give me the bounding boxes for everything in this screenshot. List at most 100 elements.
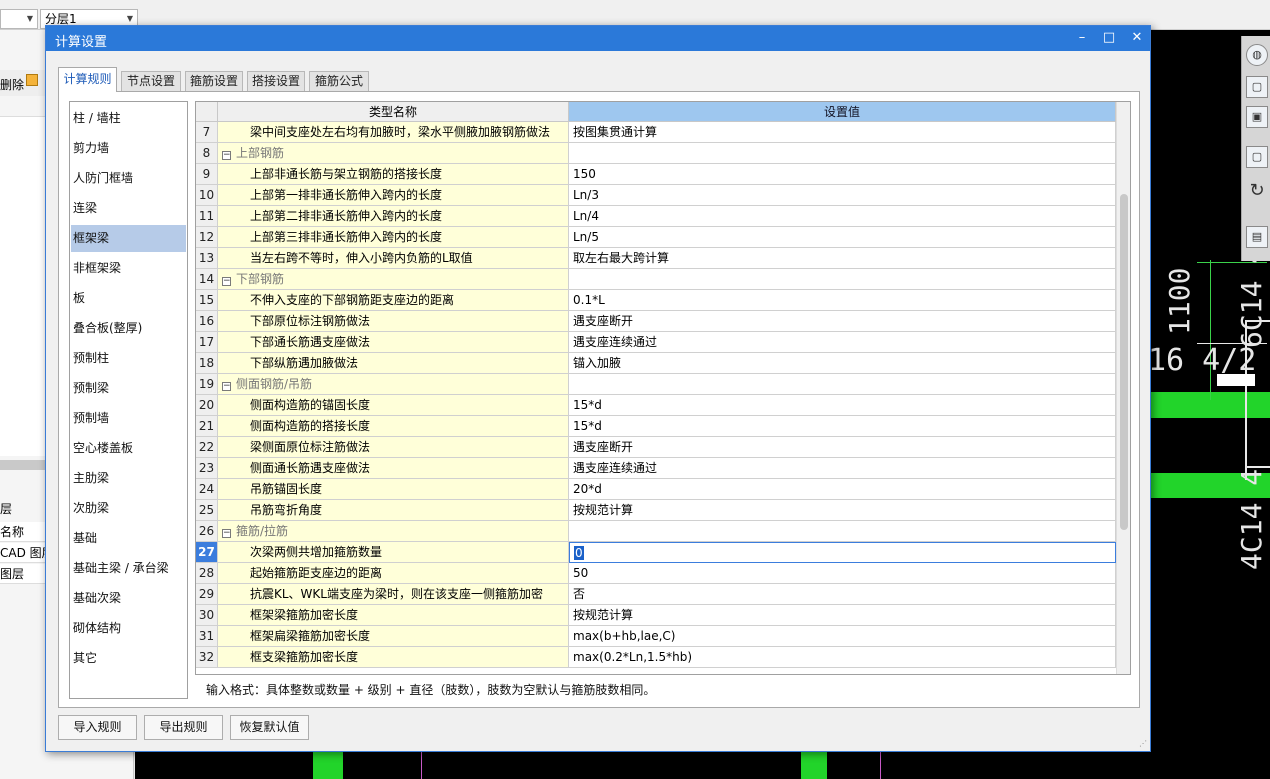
setting-value-cell[interactable]: 按图集贯通计算 [569,122,1116,143]
nav-item[interactable]: 基础 [71,525,186,552]
minimize-icon[interactable]: – [1072,29,1092,47]
copy-icon[interactable] [26,74,38,86]
nav-item[interactable]: 框架梁 [71,225,186,252]
grid-group-row[interactable]: 8− 上部钢筋 [196,143,1116,164]
resize-grip-icon[interactable]: ⋰ [1139,739,1147,748]
collapse-icon[interactable]: − [222,529,231,538]
collapse-icon[interactable]: − [222,277,231,286]
grid-row[interactable]: 13 当左右跨不等时，伸入小跨内负筋的L取值 取左右最大跨计算 [196,248,1116,269]
setting-value-cell[interactable]: 0.1*L [569,290,1116,311]
setting-value-cell[interactable] [569,521,1116,542]
grid-row[interactable]: 7 梁中间支座处左右均有加腋时，梁水平侧腋加腋钢筋做法 按图集贯通计算 [196,122,1116,143]
nav-item[interactable]: 预制柱 [71,345,186,372]
grid-row[interactable]: 20 侧面构造筋的锚固长度 15*d [196,395,1116,416]
setting-value-editor[interactable]: 0 [569,542,1116,563]
grid-row[interactable]: 9 上部非通长筋与架立钢筋的搭接长度 150 [196,164,1116,185]
grid-row[interactable]: 25 吊筋弯折角度 按规范计算 [196,500,1116,521]
setting-value-cell[interactable]: 15*d [569,416,1116,437]
grid-row[interactable]: 11 上部第二排非通长筋伸入跨内的长度 Ln/4 [196,206,1116,227]
import-rules-button[interactable]: 导入规则 [58,715,137,740]
nav-item[interactable]: 非框架梁 [71,255,186,282]
nav-item[interactable]: 次肋梁 [71,495,186,522]
tab-stirrup-formula[interactable]: 箍筋公式 [309,71,369,91]
grid-row[interactable]: 21 侧面构造筋的搭接长度 15*d [196,416,1116,437]
setting-value-cell[interactable]: max(b+hb,lae,C) [569,626,1116,647]
restore-defaults-button[interactable]: 恢复默认值 [230,715,309,740]
setting-value-cell[interactable]: 20*d [569,479,1116,500]
maximize-icon[interactable]: □ [1099,29,1119,47]
setting-value-cell[interactable]: 遇支座断开 [569,311,1116,332]
grid-group-row[interactable]: 26− 箍筋/拉筋 [196,521,1116,542]
grid-row[interactable]: 15 不伸入支座的下部钢筋距支座边的距离 0.1*L [196,290,1116,311]
grid-row[interactable]: 10 上部第一排非通长筋伸入跨内的长度 Ln/3 [196,185,1116,206]
setting-value-cell[interactable]: 15*d [569,395,1116,416]
grid-row[interactable]: 27 次梁两侧共增加箍筋数量 0 [196,542,1116,563]
nav-item[interactable]: 预制梁 [71,375,186,402]
tab-stirrup-settings[interactable]: 箍筋设置 [185,71,243,91]
nav-item[interactable]: 剪力墙 [71,135,186,162]
row-number: 16 [196,311,218,332]
setting-value-cell[interactable]: 150 [569,164,1116,185]
nav-item[interactable]: 人防门框墙 [71,165,186,192]
tab-calc-rules[interactable]: 计算规则 [58,67,117,92]
scrollbar-thumb[interactable] [1120,194,1128,530]
globe-icon[interactable]: ◍ [1246,44,1268,66]
floor-combo-left[interactable]: ▼ [0,9,38,29]
setting-value-cell[interactable]: Ln/3 [569,185,1116,206]
nav-item[interactable]: 柱 / 墙柱 [71,105,186,132]
grid-row[interactable]: 12 上部第三排非通长筋伸入跨内的长度 Ln/5 [196,227,1116,248]
setting-value-cell[interactable] [569,269,1116,290]
setting-value-cell[interactable]: 按规范计算 [569,605,1116,626]
grid-row[interactable]: 30 框架梁箍筋加密长度 按规范计算 [196,605,1116,626]
grid-group-row[interactable]: 19− 侧面钢筋/吊筋 [196,374,1116,395]
close-icon[interactable]: ✕ [1127,29,1147,47]
setting-value-cell[interactable]: Ln/5 [569,227,1116,248]
nav-item[interactable]: 主肋梁 [71,465,186,492]
layout-icon[interactable]: ▤ [1246,226,1268,248]
cube-icon[interactable]: ▢ [1246,146,1268,168]
nav-item[interactable]: 空心楼盖板 [71,435,186,462]
collapse-icon[interactable]: − [222,382,231,391]
setting-value-cell[interactable]: 遇支座断开 [569,437,1116,458]
rotate-icon[interactable]: ↻ [1246,181,1268,203]
export-rules-button[interactable]: 导出规则 [144,715,223,740]
grid-row[interactable]: 29 抗震KL、WKL端支座为梁时，则在该支座一侧箍筋加密 否 [196,584,1116,605]
grid-row[interactable]: 23 侧面通长筋遇支座做法 遇支座连续通过 [196,458,1116,479]
grid-row[interactable]: 22 梁侧面原位标注筋做法 遇支座断开 [196,437,1116,458]
nav-item[interactable]: 预制墙 [71,405,186,432]
nav-item[interactable]: 板 [71,285,186,312]
grid-row[interactable]: 18 下部纵筋遇加腋做法 锚入加腋 [196,353,1116,374]
setting-value-cell[interactable]: 取左右最大跨计算 [569,248,1116,269]
grid-row[interactable]: 31 框架扁梁箍筋加密长度 max(b+hb,lae,C) [196,626,1116,647]
nav-item[interactable]: 叠合板(整厚) [71,315,186,342]
nav-item[interactable]: 其它 [71,645,186,672]
top-view-icon[interactable]: ▣ [1246,106,1268,128]
setting-value-cell[interactable] [569,143,1116,164]
grid-vertical-scrollbar[interactable] [1116,102,1130,674]
collapse-icon[interactable]: − [222,151,231,160]
grid-row[interactable]: 17 下部通长筋遇支座做法 遇支座连续通过 [196,332,1116,353]
setting-value-cell[interactable] [569,374,1116,395]
grid-row[interactable]: 28 起始箍筋距支座边的距离 50 [196,563,1116,584]
nav-item[interactable]: 基础次梁 [71,585,186,612]
tab-node-settings[interactable]: 节点设置 [121,71,181,91]
grid-row[interactable]: 16 下部原位标注钢筋做法 遇支座断开 [196,311,1116,332]
setting-value-cell[interactable]: Ln/4 [569,206,1116,227]
dialog-titlebar[interactable]: 计算设置 – □ ✕ [46,26,1150,51]
grid-row[interactable]: 32 框支梁箍筋加密长度 max(0.2*Ln,1.5*hb) [196,647,1116,668]
setting-value-cell[interactable]: 否 [569,584,1116,605]
setting-value-cell[interactable]: 遇支座连续通过 [569,332,1116,353]
grid-group-row[interactable]: 14− 下部钢筋 [196,269,1116,290]
nav-item[interactable]: 基础主梁 / 承台梁 [71,555,186,582]
grid-row[interactable]: 24 吊筋锚固长度 20*d [196,479,1116,500]
setting-value-cell[interactable]: 遇支座连续通过 [569,458,1116,479]
setting-value-cell[interactable]: 按规范计算 [569,500,1116,521]
setting-value-cell[interactable]: 50 [569,563,1116,584]
nav-item[interactable]: 连梁 [71,195,186,222]
nav-item[interactable]: 砌体结构 [71,615,186,642]
setting-value-cell[interactable]: 锚入加腋 [569,353,1116,374]
setting-value-cell[interactable]: max(0.2*Ln,1.5*hb) [569,647,1116,668]
3d-view-icon[interactable]: ▢ [1246,76,1268,98]
tab-lap-settings[interactable]: 搭接设置 [247,71,305,91]
delete-button[interactable]: 删除 [0,76,24,93]
